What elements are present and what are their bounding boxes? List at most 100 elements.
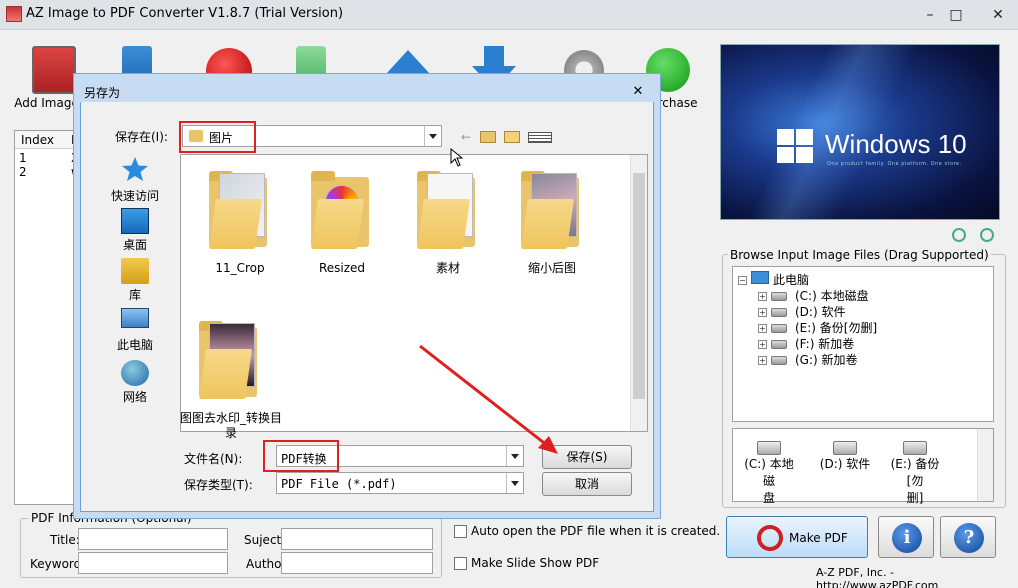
- drive-icon: [771, 308, 787, 317]
- expand-icon[interactable]: +: [758, 308, 767, 317]
- computer-icon: [121, 308, 149, 328]
- help-button[interactable]: ?: [940, 516, 996, 558]
- expand-icon[interactable]: +: [758, 356, 767, 365]
- up-folder-icon[interactable]: [480, 131, 496, 143]
- star-icon: [122, 157, 148, 181]
- make-pdf-label: Make PDF: [789, 531, 848, 545]
- tree-item-drive[interactable]: (C:) 本地磁盘: [795, 287, 869, 304]
- windows-logo-icon: [777, 129, 815, 165]
- pdf-info-legend: PDF Information (Optional): [28, 511, 195, 525]
- places-bar: 快速访问 桌面 库 此电脑 网络: [100, 154, 170, 424]
- collapse-icon[interactable]: −: [738, 276, 747, 285]
- mouse-cursor-icon: [450, 148, 464, 167]
- folder-tree[interactable]: − 此电脑 + (C:) 本地磁盘 + (D:) 软件 + (E:) 备份[勿删…: [732, 266, 994, 422]
- make-pdf-button[interactable]: Make PDF: [726, 516, 868, 558]
- slideshow-label: Make Slide Show PDF: [471, 556, 600, 570]
- preview-windows-text: Windows 10: [825, 129, 967, 159]
- folder-icon: [209, 169, 271, 251]
- tree-item-drive[interactable]: (G:) 新加卷: [795, 351, 858, 368]
- filetype-value: PDF File (*.pdf): [281, 477, 397, 491]
- highlight-box-filename: [263, 440, 339, 472]
- folder-icon: [417, 169, 479, 251]
- place-desktop[interactable]: 桌面: [100, 208, 170, 253]
- expand-icon[interactable]: +: [758, 340, 767, 349]
- drive-icon: [771, 324, 787, 333]
- file-list-scrollbar[interactable]: [630, 155, 647, 431]
- view-menu-icon[interactable]: [528, 132, 552, 143]
- computer-icon: [751, 271, 769, 284]
- help-icon: ?: [954, 523, 984, 553]
- auto-open-checkbox[interactable]: [454, 525, 467, 538]
- tree-item-drive[interactable]: (F:) 新加卷: [795, 335, 854, 352]
- scrollbar-thumb[interactable]: [633, 173, 645, 399]
- chevron-down-icon[interactable]: [506, 473, 523, 493]
- add-image-icon: [32, 46, 76, 94]
- folder-item[interactable]: 缩小后图: [507, 169, 597, 276]
- library-icon: [121, 258, 149, 284]
- new-folder-icon[interactable]: [504, 131, 520, 143]
- info-icon: i: [892, 523, 922, 553]
- folder-name: 素材: [435, 261, 460, 275]
- folder-name: Resized: [318, 261, 366, 275]
- folder-icon: [311, 169, 373, 251]
- expand-icon[interactable]: +: [758, 324, 767, 333]
- column-file[interactable]: F: [71, 133, 78, 147]
- drive-item[interactable]: (D:) 软件: [815, 441, 875, 472]
- tree-item-drive[interactable]: (D:) 软件: [795, 303, 845, 320]
- place-network[interactable]: 网络: [100, 360, 170, 405]
- cancel-button[interactable]: 取消: [542, 472, 632, 496]
- title-label: Title:: [50, 533, 80, 547]
- zoom-out-icon[interactable]: [980, 228, 994, 242]
- suject-label: Suject:: [244, 533, 286, 547]
- list-item-file: X: [71, 151, 80, 165]
- list-item[interactable]: 2 w: [19, 165, 81, 179]
- folder-item[interactable]: 素材: [403, 169, 493, 276]
- drive-item[interactable]: (C:) 本地磁 盘: [739, 441, 799, 506]
- expand-icon[interactable]: +: [758, 292, 767, 301]
- window-title: AZ Image to PDF Converter V1.8.7 (Trial …: [26, 6, 344, 21]
- author-input[interactable]: [281, 552, 433, 574]
- keyword-input[interactable]: [78, 552, 228, 574]
- save-button[interactable]: 保存(S): [542, 445, 632, 469]
- make-pdf-icon: [757, 525, 783, 551]
- preview-windows-subtext: One product family. One platform. One st…: [827, 161, 962, 167]
- folder-item[interactable]: 图图去水印_转换目录: [180, 319, 282, 441]
- title-input[interactable]: [78, 528, 228, 550]
- back-icon[interactable]: ←: [458, 130, 474, 144]
- place-this-pc[interactable]: 此电脑: [100, 308, 170, 353]
- close-button[interactable]: ✕: [988, 6, 1008, 24]
- dialog-close-button[interactable]: ✕: [630, 84, 646, 100]
- column-index[interactable]: Index: [21, 133, 54, 147]
- suject-input[interactable]: [281, 528, 433, 550]
- chevron-down-icon[interactable]: [424, 126, 441, 146]
- drive-icon: [771, 356, 787, 365]
- dialog-title: 另存为: [84, 86, 121, 100]
- drive-icon-panel[interactable]: (C:) 本地磁 盘 (D:) 软件 (E:) 备份[勿 删]: [732, 428, 994, 505]
- folder-icon: [521, 169, 583, 251]
- chevron-down-icon[interactable]: [506, 446, 523, 466]
- drive-panel-scrollbar[interactable]: [977, 429, 993, 501]
- folder-item[interactable]: 11_Crop: [195, 169, 285, 276]
- filetype-label: 保存类型(T):: [184, 478, 253, 492]
- info-button[interactable]: i: [878, 516, 934, 558]
- list-item[interactable]: 1 X: [19, 151, 79, 165]
- keyword-label: Keyword:: [30, 557, 86, 571]
- folder-icon: [199, 319, 261, 401]
- slideshow-checkbox[interactable]: [454, 557, 467, 570]
- place-quick-access[interactable]: 快速访问: [100, 156, 170, 204]
- file-list-area[interactable]: 11_Crop Resized 素材 缩小后图 图图去水印_转换目录: [180, 154, 648, 440]
- minimize-button[interactable]: –: [920, 6, 940, 24]
- tree-item-root[interactable]: 此电脑: [773, 271, 809, 288]
- folder-item[interactable]: Resized: [297, 169, 387, 276]
- drive-icon: [771, 340, 787, 349]
- filetype-select[interactable]: PDF File (*.pdf): [276, 472, 524, 494]
- drive-icon: [757, 441, 781, 455]
- tree-item-drive[interactable]: (E:) 备份[勿删]: [795, 319, 877, 336]
- zoom-in-icon[interactable]: [952, 228, 966, 242]
- maximize-button[interactable]: □: [946, 6, 966, 24]
- list-item-index: 2: [19, 165, 27, 179]
- folder-name: 11_Crop: [215, 261, 265, 275]
- drive-item[interactable]: (E:) 备份[勿 删]: [885, 441, 945, 506]
- place-library[interactable]: 库: [100, 258, 170, 303]
- drive-icon: [903, 441, 927, 455]
